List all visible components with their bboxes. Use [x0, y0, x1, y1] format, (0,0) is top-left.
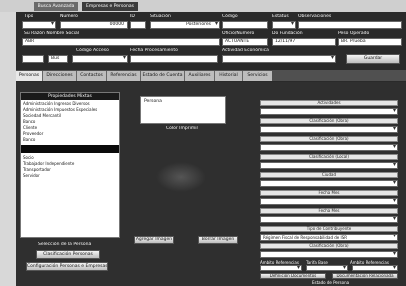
situacion-select[interactable]: Posteriores	[150, 21, 220, 29]
tipo-select[interactable]	[22, 21, 56, 29]
selection-footer-title: Selección de la Persona	[38, 242, 92, 247]
observaciones-field[interactable]	[298, 21, 402, 29]
list-item[interactable]: Servidor	[23, 173, 40, 178]
clasificacion-obra-2-label: Clasificación (Obra)	[260, 136, 398, 142]
fecha-mes-2-select[interactable]	[260, 215, 398, 223]
tarifa-base-select[interactable]	[306, 264, 348, 271]
actividad-economica-select[interactable]	[222, 55, 336, 63]
list-item[interactable]: Trabajador Independiente	[23, 161, 74, 166]
color-imprimir-caption: Color Imprimir	[166, 126, 199, 131]
properties-list-title: Propiedades Mixtas	[21, 93, 119, 100]
tab-referencias[interactable]: Referencias	[106, 71, 140, 81]
actividades-label: Actividades	[260, 100, 398, 106]
list-item[interactable]: Administración Ingresos Diversos	[23, 101, 90, 106]
clasificacion-obra-select[interactable]	[260, 125, 398, 133]
properties-list: Propiedades Mixtas Administración Ingres…	[20, 92, 120, 238]
tab-auxiliares[interactable]: Auxiliares	[184, 71, 214, 81]
list-selected-row[interactable]	[21, 145, 119, 153]
window-tab-strip: Busca Avanzada Empresas e Personas	[0, 0, 406, 12]
nav-tab-bar: Personas Direcciones Contactos Referenci…	[16, 70, 406, 81]
label-tipo: Tipo	[24, 14, 34, 19]
actividades-select[interactable]	[260, 107, 398, 115]
definicion-documentos-button[interactable]: Definición Documentos	[260, 273, 326, 279]
sub-field[interactable]: Bus	[48, 55, 68, 63]
tab-servicios[interactable]: Servicios	[242, 71, 272, 81]
clasificacion-obra-3-select[interactable]	[260, 250, 398, 258]
clasificacion-personas-button[interactable]: Clasificación Personas	[36, 250, 100, 259]
persona-image-box[interactable]: Persona	[140, 96, 226, 124]
list-item[interactable]: Banco	[23, 119, 35, 124]
guardar-button[interactable]: Guardar	[346, 54, 400, 64]
ciudad-label: Ciudad	[260, 172, 398, 178]
agregar-imagen-button[interactable]: Agregar Imagen	[134, 236, 174, 244]
list-item[interactable]: Banco	[23, 137, 35, 142]
list-item[interactable]: Sociedad Mercantil	[23, 113, 61, 118]
label-fundacion: Do Fundación	[272, 31, 303, 36]
list-item[interactable]: Proveedor	[23, 131, 43, 136]
tab-estado-cuenta[interactable]: Estado de Cuenta	[140, 71, 184, 81]
window-tab-busca[interactable]: Busca Avanzada	[34, 2, 78, 11]
list-item[interactable]: Administración Impuestos Especiales	[23, 107, 97, 112]
codigo-field[interactable]	[222, 21, 268, 29]
label-codigo-acceso: Código Acceso	[76, 48, 109, 53]
label-numero: Numero	[60, 14, 78, 19]
ciudad-select[interactable]	[260, 179, 398, 187]
list-item[interactable]: Transportador	[23, 167, 51, 172]
fecha-mes-label: Fecha Mes	[260, 190, 398, 196]
regimen-fiscal-select[interactable]: Régimen Fiscal de Responsabilidad de ISR	[260, 234, 398, 241]
tipo-contribuyente-label: Tipo de Contribuyente	[260, 226, 398, 232]
fecha-mes-2-label: Fecha Mes	[260, 208, 398, 214]
image-placeholder	[156, 162, 206, 192]
content-panel: Propiedades Mixtas Administración Ingres…	[16, 82, 406, 286]
peso-field[interactable]: BR. Prueba	[338, 38, 402, 46]
label-estatus: Estatus	[272, 14, 289, 19]
configuracion-personas-button[interactable]: Configuración Personas e Empresas	[26, 262, 108, 271]
fecha-procesamiento-field[interactable]	[130, 55, 218, 63]
fundacion-field[interactable]: 12/11/97	[272, 38, 336, 46]
tab-personas[interactable]: Personas	[16, 71, 42, 81]
label-observaciones: Observaciones	[298, 14, 332, 19]
tab-contactos[interactable]: Contactos	[76, 71, 106, 81]
label-oficio: Oficio/Numero	[222, 31, 255, 36]
fecha-mes-select[interactable]	[260, 197, 398, 205]
codigo-acceso-left-field[interactable]	[22, 55, 44, 63]
numero-field[interactable]: 00000	[60, 21, 128, 29]
tab-direcciones[interactable]: Direcciones	[42, 71, 76, 81]
label-actividad-economica: Actividad Económica	[222, 48, 269, 53]
list-item[interactable]: Socio	[23, 155, 34, 160]
razon-social-field[interactable]: ABR	[22, 38, 220, 46]
id-field[interactable]	[130, 21, 146, 29]
label-razon-social: Su Razón Nombre Social	[24, 31, 79, 36]
oficio-field[interactable]: ACTUANTE	[222, 38, 268, 46]
estado-persona-label: Estado de Persona	[312, 280, 350, 285]
persona-box-text: Persona	[144, 99, 162, 104]
borrar-imagen-button[interactable]: Borrar Imagen	[198, 236, 238, 244]
list-item[interactable]: Cliente	[23, 125, 37, 130]
codigo-acceso-select[interactable]	[72, 55, 128, 63]
header-panel: Tipo Numero ID Situación Código Estatus …	[16, 12, 406, 82]
label-situacion: Situación	[150, 14, 171, 19]
estatus-select[interactable]	[272, 21, 296, 29]
tab-historial[interactable]: Historial	[214, 71, 242, 81]
label-peso: Peso Operado	[338, 31, 370, 36]
documentacion-relacionada-button[interactable]: Documentación Relacionada	[332, 273, 398, 279]
label-id: ID	[130, 14, 135, 19]
clasificacion-obra-label: Clasificación (Obra)	[260, 118, 398, 124]
clasificacion-obra-2-select[interactable]	[260, 143, 398, 151]
clasificacion-local-select[interactable]	[260, 161, 398, 169]
label-fecha-procesamiento: Fecha Procesamiento	[130, 48, 178, 53]
window-tab-empresas[interactable]: Empresas e Personas	[82, 2, 138, 11]
clasificacion-obra-3-label: Clasificación (Obra)	[260, 243, 398, 249]
clasificacion-local-label: Clasificación (Local)	[260, 154, 398, 160]
ambito-right-select[interactable]	[352, 264, 398, 271]
label-codigo: Código	[222, 14, 238, 19]
ambito-left-select[interactable]	[260, 264, 302, 271]
